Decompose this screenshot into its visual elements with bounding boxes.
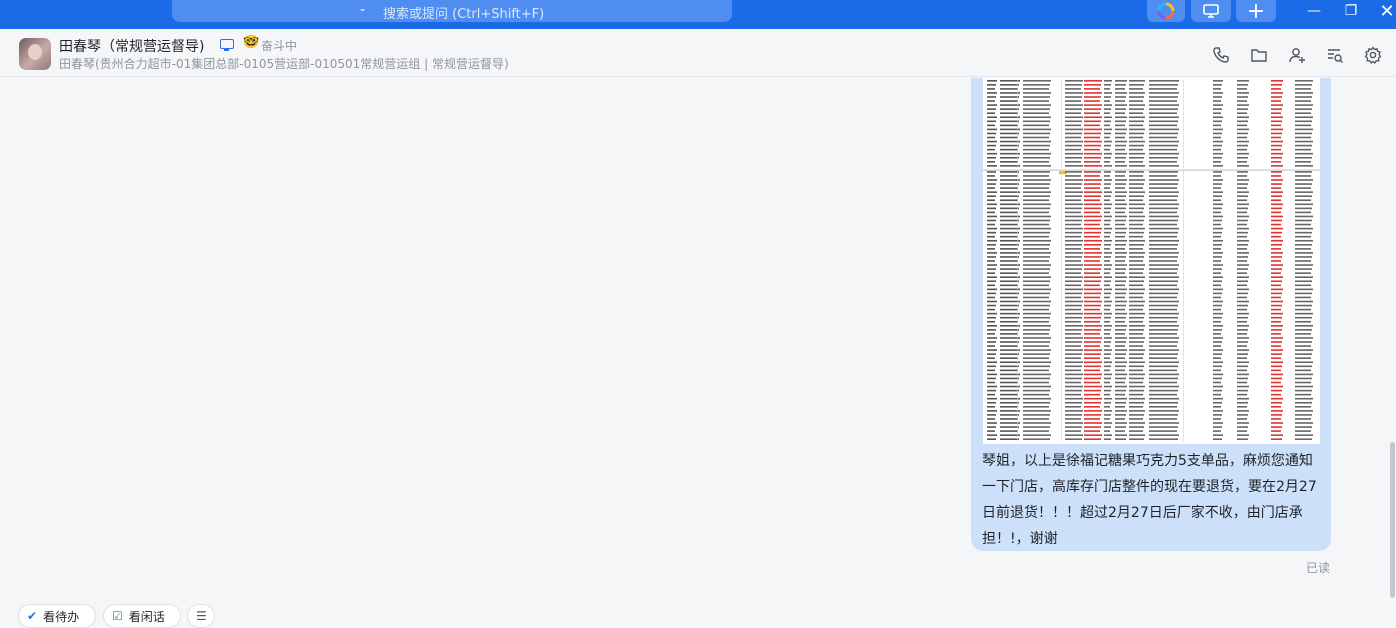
menu-icon: ☰ [196, 609, 207, 623]
status-text: 奋斗中 [261, 39, 298, 53]
folder-icon [1251, 49, 1267, 62]
screen-share-button[interactable] [1191, 0, 1231, 22]
close-button[interactable]: ✕ [1370, 0, 1396, 22]
screen-share-icon [1203, 4, 1219, 18]
chat-title[interactable]: 田春琴（常规营运督导) [59, 36, 204, 56]
phone-icon [1213, 47, 1229, 63]
quick-action-label: 看闲话 [128, 609, 165, 624]
quick-action-label: 看待办 [43, 609, 80, 624]
status-emoji-icon: 🤓 [243, 35, 260, 50]
calendar-check-icon: ☑ [112, 609, 123, 623]
gear-icon [1364, 46, 1382, 64]
avatar[interactable] [19, 38, 51, 70]
avatar-face [28, 44, 42, 60]
spreadsheet-image[interactable] [983, 78, 1320, 444]
device-icon [220, 39, 234, 51]
search-list-icon [1328, 49, 1343, 63]
maximize-button[interactable]: ❐ [1334, 0, 1368, 22]
top-bar: - 搜索或提问 (Ctrl+Shift+F) + — ❐ ✕ [0, 0, 1396, 29]
search-placeholder: 搜索或提问 (Ctrl+Shift+F) [383, 7, 545, 22]
quick-action-todo[interactable]: ✔ 看待办 [18, 604, 96, 628]
minimize-button[interactable]: — [1297, 0, 1331, 22]
search-prefix: - [360, 2, 366, 18]
add-user-icon [1289, 48, 1305, 63]
ai-assistant-icon [1157, 2, 1175, 20]
read-status: 已读 [1306, 561, 1331, 575]
check-icon: ✔ [27, 609, 38, 623]
quick-action-more[interactable]: ☰ [187, 604, 215, 628]
search-box[interactable]: - 搜索或提问 (Ctrl+Shift+F) [172, 0, 732, 22]
scrollbar-thumb[interactable] [1390, 442, 1395, 598]
add-member-button[interactable] [1287, 45, 1307, 65]
settings-button[interactable] [1363, 45, 1383, 65]
ai-assistant-button[interactable] [1147, 0, 1185, 22]
message-text: 琴姐，以上是徐福记糖果巧克力5支单品，麻烦您通知一下门店，高库存门店整件的现在要… [982, 453, 1317, 547]
quick-action-chat[interactable]: ☑ 看闲话 [103, 604, 181, 628]
chat-subtitle: 田春琴(贵州合力超市-01集团总部-0105营运部-010501常规营运组 | … [59, 57, 509, 71]
search-chat-button[interactable] [1325, 45, 1345, 65]
files-button[interactable] [1249, 45, 1269, 65]
chat-header: 田春琴（常规营运督导) 🤓 奋斗中 田春琴(贵州合力超市-01集团总部-0105… [0, 29, 1396, 77]
call-button[interactable] [1211, 45, 1231, 65]
new-button[interactable]: + [1236, 0, 1276, 24]
